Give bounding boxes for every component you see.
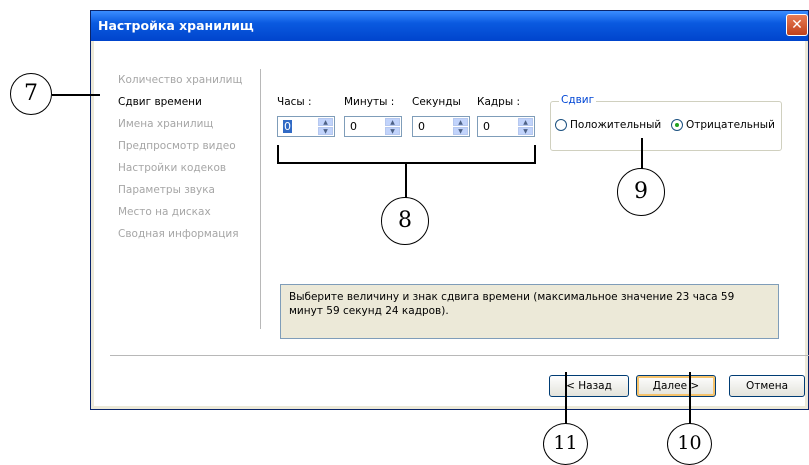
shift-group-title: Сдвиг — [559, 94, 597, 106]
nav-item-summary: Сводная информация — [118, 228, 239, 240]
hours-value[interactable]: 0 — [283, 120, 292, 133]
seconds-down-icon[interactable]: ▼ — [453, 127, 468, 135]
wizard-nav: Количество хранилищ Сдвиг времени Имена … — [118, 69, 242, 245]
nav-item-audio-params: Параметры звука — [118, 184, 215, 196]
positive-label[interactable]: Положительный — [570, 119, 661, 131]
frames-label: Кадры : — [477, 96, 520, 108]
footer-divider — [110, 355, 809, 356]
shift-group: Сдвиг Положительный Отрицательный — [550, 94, 782, 151]
hours-stepper[interactable]: 0 ▲ ▼ — [277, 116, 335, 137]
callout-10: 10 — [667, 423, 712, 465]
callout-7: 7 — [10, 73, 52, 115]
next-button[interactable]: Далее > — [636, 375, 716, 397]
callout-10-line — [689, 372, 691, 424]
nav-item-storage-count: Количество хранилищ — [118, 74, 243, 86]
seconds-stepper[interactable]: 0 ▲ ▼ — [412, 116, 470, 137]
frames-value[interactable]: 0 — [483, 120, 490, 133]
title-bar[interactable]: Настройка хранилищ ✕ — [91, 11, 808, 41]
seconds-up-icon[interactable]: ▲ — [453, 118, 468, 126]
minutes-stepper[interactable]: 0 ▲ ▼ — [344, 116, 402, 137]
bracket-8-left — [277, 145, 279, 163]
callout-9-line — [641, 138, 643, 170]
nav-divider — [260, 69, 261, 329]
minutes-up-icon[interactable]: ▲ — [385, 118, 400, 126]
window-title: Настройка хранилищ — [98, 18, 254, 33]
seconds-label: Секунды — [412, 96, 461, 108]
dialog-window: Настройка хранилищ ✕ Количество хранилищ… — [90, 10, 809, 410]
frames-stepper[interactable]: 0 ▲ ▼ — [477, 116, 535, 137]
negative-radio-option[interactable]: Отрицательный — [671, 119, 775, 131]
nav-item-time-shift: Сдвиг времени — [118, 96, 202, 108]
cancel-button[interactable]: Отмена — [729, 375, 805, 397]
positive-radio-option[interactable]: Положительный — [555, 119, 661, 131]
minutes-value[interactable]: 0 — [350, 120, 357, 133]
nav-item-codec-settings: Настройки кодеков — [118, 162, 227, 174]
hours-down-icon[interactable]: ▼ — [318, 127, 333, 135]
callout-11: 11 — [543, 423, 588, 465]
frames-up-icon[interactable]: ▲ — [518, 118, 533, 126]
callout-8: 8 — [381, 197, 429, 245]
seconds-value[interactable]: 0 — [418, 120, 425, 133]
callout-8-line — [405, 162, 407, 198]
close-icon[interactable]: ✕ — [786, 14, 808, 36]
callout-11-line — [565, 372, 567, 424]
bracket-8-right — [534, 145, 536, 163]
negative-radio[interactable] — [671, 119, 683, 131]
nav-item-storage-names: Имена хранилищ — [118, 118, 214, 130]
nav-item-video-preview: Предпросмотр видео — [118, 140, 236, 152]
minutes-down-icon[interactable]: ▼ — [385, 127, 400, 135]
frames-down-icon[interactable]: ▼ — [518, 127, 533, 135]
negative-label[interactable]: Отрицательный — [686, 119, 775, 131]
callout-7-line — [52, 94, 100, 96]
dialog-body: Количество хранилищ Сдвиг времени Имена … — [94, 41, 809, 406]
callout-9: 9 — [617, 168, 665, 216]
minutes-label: Минуты : — [344, 96, 395, 108]
info-panel: Выберите величину и знак сдвига времени … — [280, 284, 779, 339]
nav-item-disk-space: Место на дисках — [118, 206, 211, 218]
hours-up-icon[interactable]: ▲ — [318, 118, 333, 126]
hours-label: Часы : — [277, 96, 312, 108]
positive-radio[interactable] — [555, 119, 567, 131]
back-button[interactable]: < Назад — [549, 375, 629, 397]
